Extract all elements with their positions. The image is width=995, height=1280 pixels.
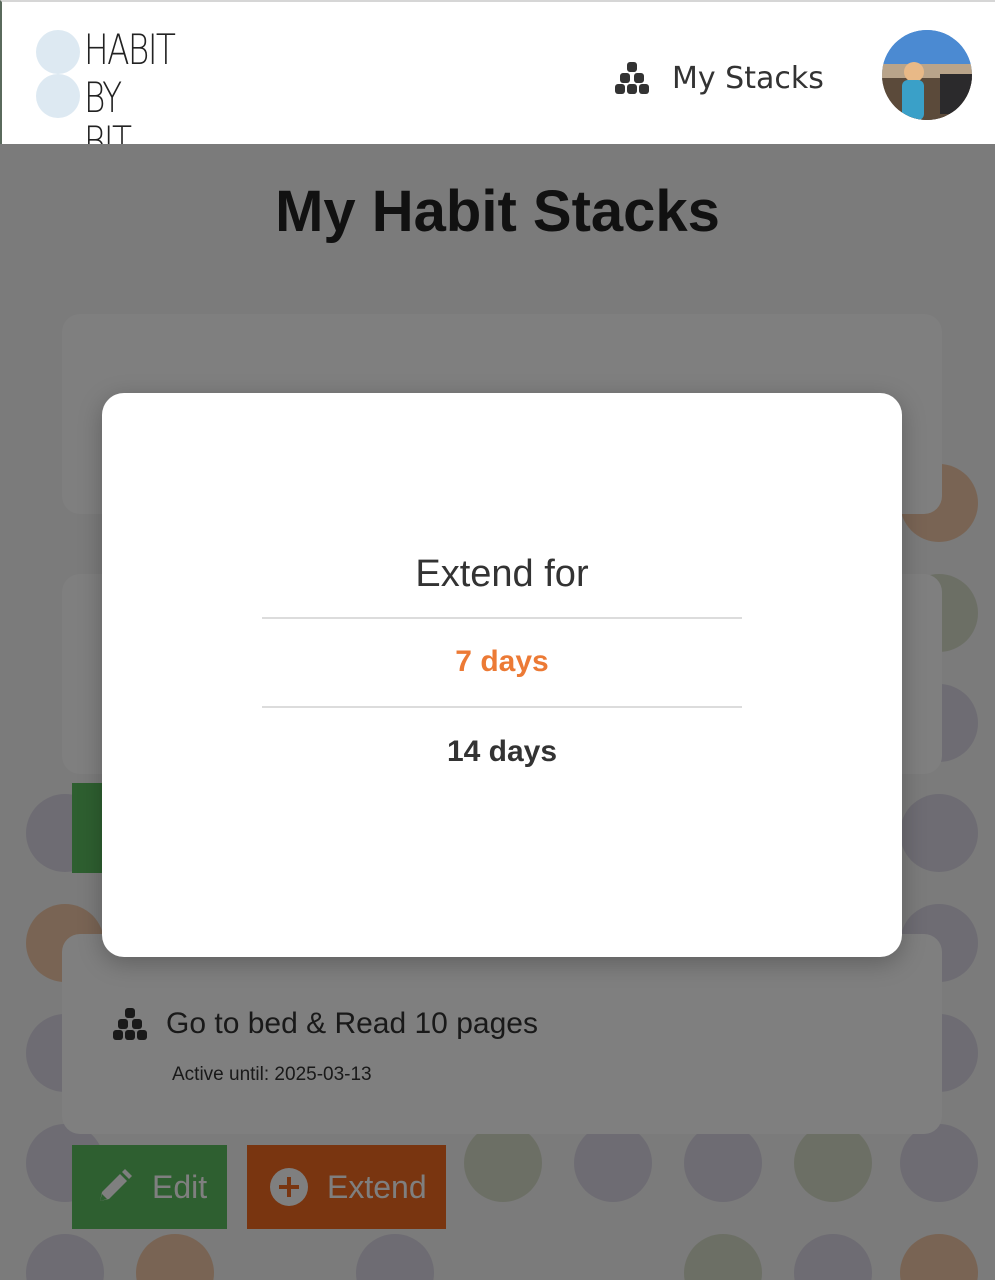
avatar-photo xyxy=(882,30,972,120)
divider xyxy=(262,706,742,708)
app-header: HABIT BY BIT My Stacks xyxy=(0,0,995,164)
extend-modal: Extend for 7 days 14 days xyxy=(102,393,902,957)
nav-my-stacks-label: My Stacks xyxy=(672,60,824,96)
logo-dot-top xyxy=(36,30,80,74)
app-logo[interactable]: HABIT BY BIT xyxy=(36,25,196,164)
logo-text-line1: HABIT xyxy=(84,25,176,74)
nav-my-stacks[interactable]: My Stacks xyxy=(614,54,824,102)
user-avatar[interactable] xyxy=(882,30,972,120)
option-7-days[interactable]: 7 days xyxy=(262,619,742,705)
logo-dot-bottom xyxy=(36,74,80,118)
option-14-days[interactable]: 14 days xyxy=(262,709,742,795)
modal-title: Extend for xyxy=(415,553,589,595)
stack-icon xyxy=(615,62,649,94)
